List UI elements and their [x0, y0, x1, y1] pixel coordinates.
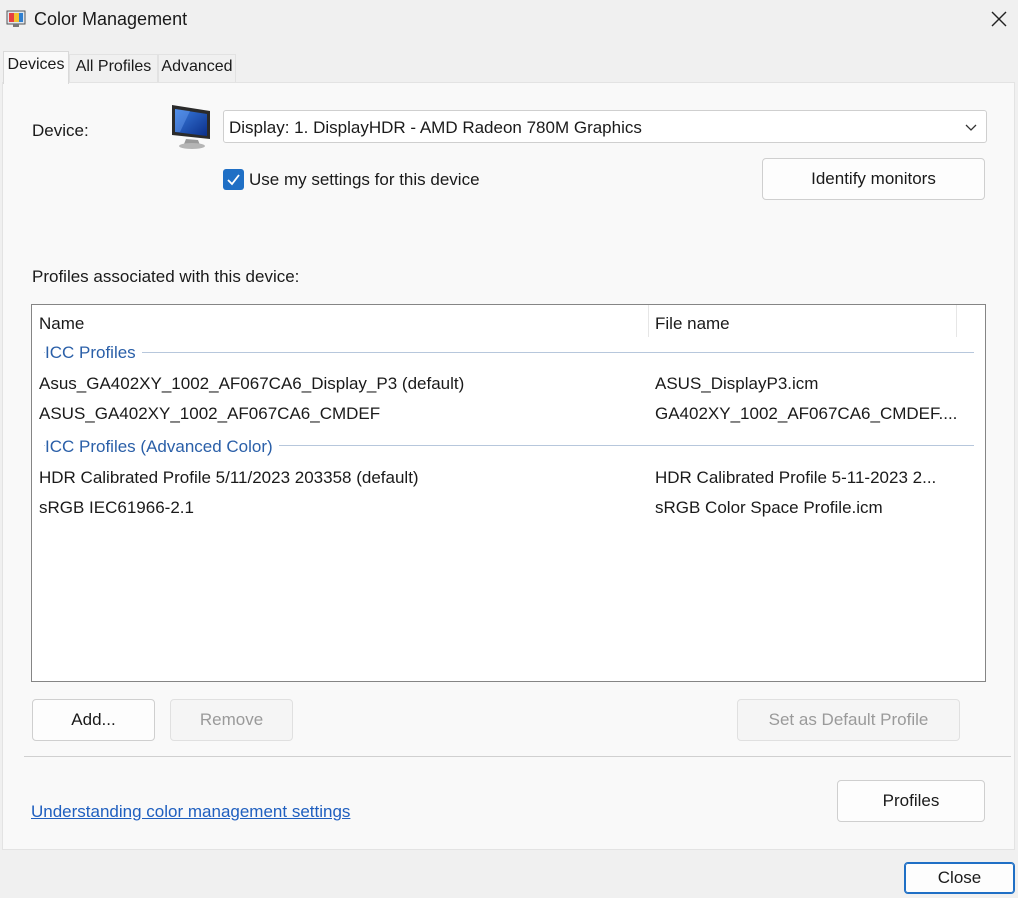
profile-file[interactable]: sRGB Color Space Profile.icm: [655, 498, 883, 518]
profile-name[interactable]: HDR Calibrated Profile 5/11/2023 203358 …: [39, 468, 419, 488]
group-divider: [44, 352, 974, 353]
column-separator[interactable]: [648, 305, 649, 337]
profiles-button[interactable]: Profiles: [837, 780, 985, 822]
profile-name[interactable]: ASUS_GA402XY_1002_AF067CA6_CMDEF: [39, 404, 380, 424]
profile-file[interactable]: GA402XY_1002_AF067CA6_CMDEF....: [655, 404, 957, 424]
remove-button[interactable]: Remove: [170, 699, 293, 741]
close-icon[interactable]: [984, 4, 1014, 34]
set-default-profile-button[interactable]: Set as Default Profile: [737, 699, 960, 741]
use-settings-label: Use my settings for this device: [249, 170, 480, 189]
column-header-name[interactable]: Name: [39, 314, 84, 334]
window-title: Color Management: [34, 9, 188, 29]
tab-advanced[interactable]: Advanced: [158, 54, 236, 82]
profile-name[interactable]: sRGB IEC61966-2.1: [39, 498, 194, 518]
group-header-icc-profiles-advanced-color[interactable]: ICC Profiles (Advanced Color): [45, 437, 279, 457]
checkmark-icon: [227, 174, 240, 186]
column-header-file-name[interactable]: File name: [655, 314, 730, 334]
add-button[interactable]: Add...: [32, 699, 155, 741]
device-label: Device:: [32, 121, 89, 140]
tab-all-profiles[interactable]: All Profiles: [69, 54, 158, 82]
device-select-value: Display: 1. DisplayHDR - AMD Radeon 780M…: [229, 118, 642, 137]
profile-name[interactable]: Asus_GA402XY_1002_AF067CA6_Display_P3 (d…: [39, 374, 464, 394]
color-management-icon: [6, 10, 26, 27]
group-header-icc-profiles[interactable]: ICC Profiles: [45, 343, 142, 363]
profile-file[interactable]: HDR Calibrated Profile 5-11-2023 2...: [655, 468, 936, 488]
profiles-list[interactable]: Name File name ICC Profiles Asus_GA402XY…: [31, 304, 986, 682]
use-settings-checkbox[interactable]: [223, 169, 244, 190]
profile-file[interactable]: ASUS_DisplayP3.icm: [655, 374, 818, 394]
profiles-label: Profiles associated with this device:: [32, 267, 300, 286]
chevron-down-icon: [965, 124, 977, 131]
separator: [24, 756, 1011, 757]
understanding-color-management-link[interactable]: Understanding color management settings: [31, 802, 350, 822]
device-select[interactable]: Display: 1. DisplayHDR - AMD Radeon 780M…: [223, 110, 987, 143]
close-button[interactable]: Close: [904, 862, 1015, 894]
tab-devices[interactable]: Devices: [3, 51, 69, 84]
identify-monitors-button[interactable]: Identify monitors: [762, 158, 985, 200]
monitor-icon: [172, 105, 210, 149]
title-bar: Color Management: [0, 0, 1018, 40]
column-separator[interactable]: [956, 305, 957, 337]
